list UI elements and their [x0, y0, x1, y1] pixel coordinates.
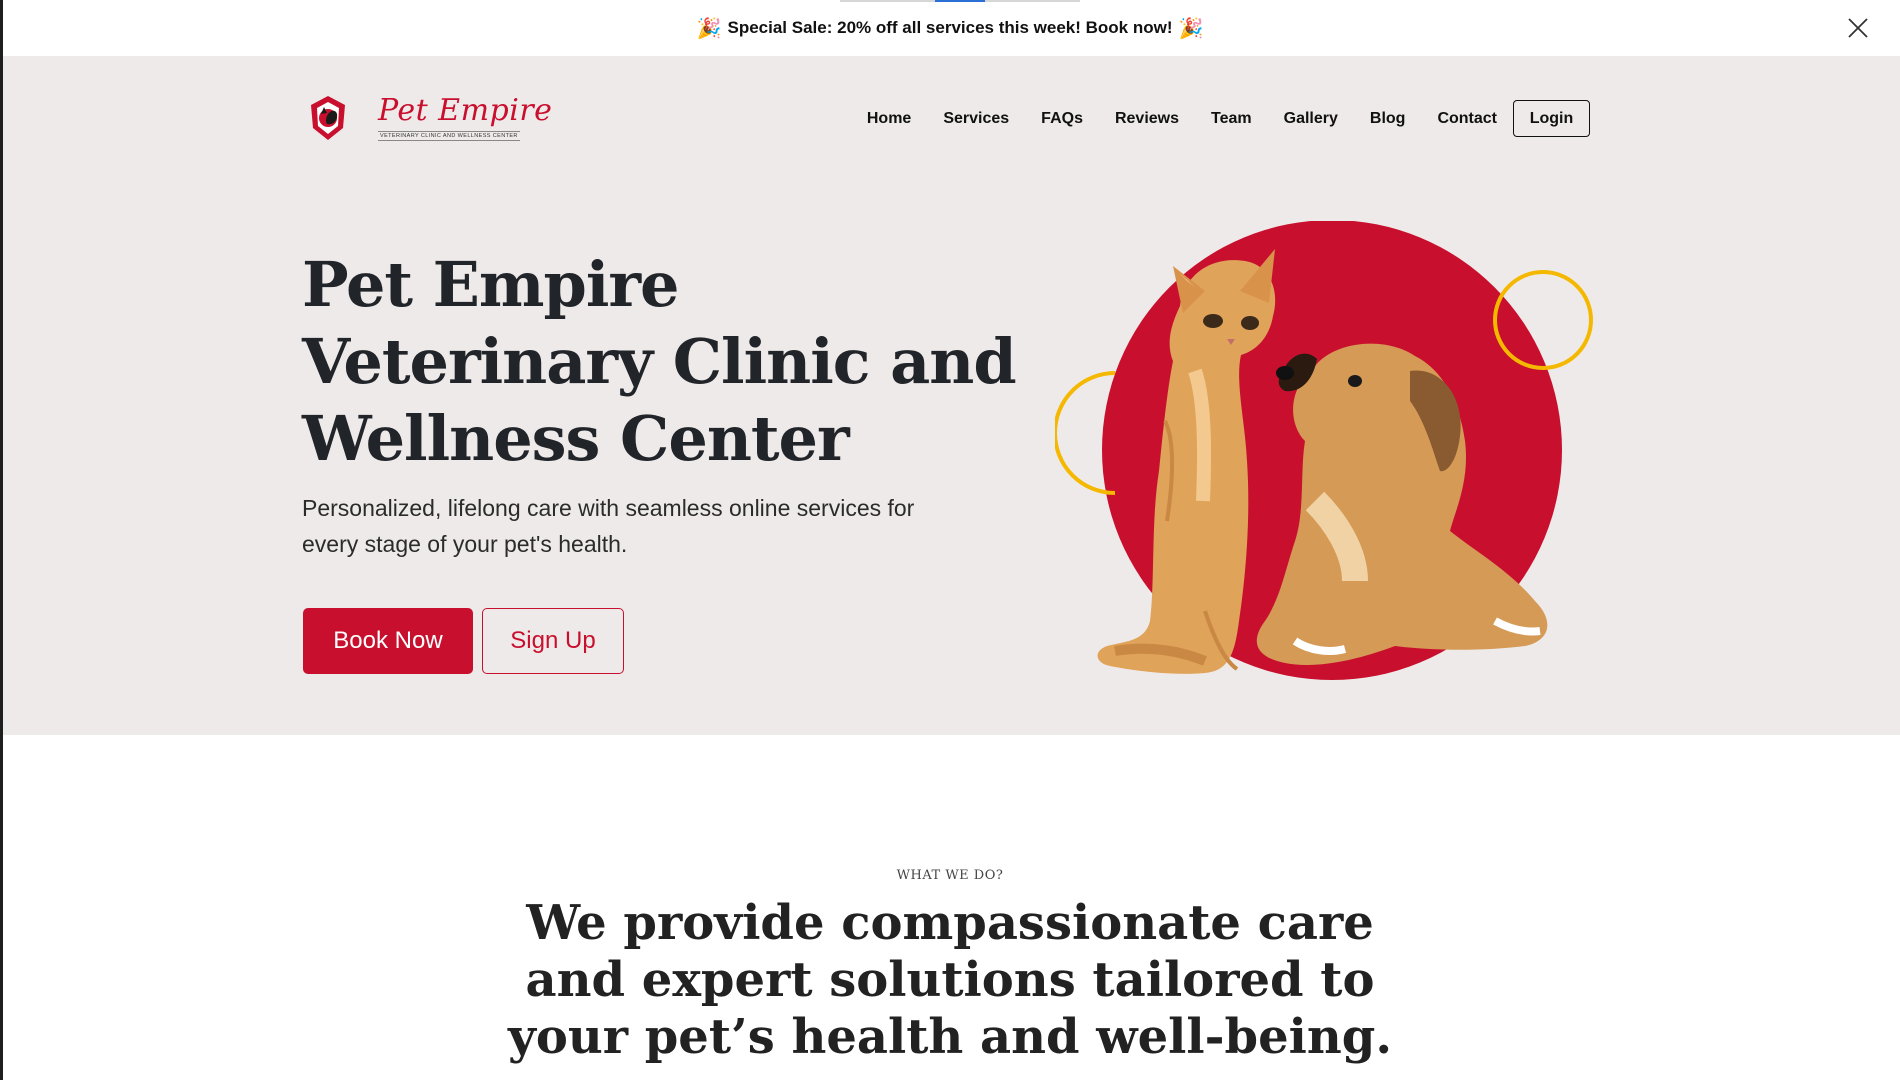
party-popper-icon: 🎉 [1178, 17, 1204, 40]
nav-contact[interactable]: Contact [1437, 110, 1497, 128]
section-heading-line: your pet’s health and well-being. [507, 1009, 1393, 1065]
promo-text: Special Sale: 20% off all services this … [727, 18, 1173, 37]
hero-title-line: Wellness Center [302, 402, 850, 475]
hero-subtitle: Personalized, lifelong care with seamles… [302, 495, 915, 557]
hero-title-line: Veterinary Clinic and [302, 325, 1017, 398]
brand-tagline: VETERINARY CLINIC AND WELLNESS CENTER [378, 130, 520, 141]
nav-home[interactable]: Home [867, 110, 911, 128]
hero-pets-image [1055, 221, 1593, 680]
shield-pet-logo-icon [311, 96, 345, 140]
hero-section: Pet Empire VETERINARY CLINIC AND WELLNES… [0, 56, 1900, 735]
main-nav: Home Services FAQs Reviews Team Gallery … [835, 100, 1590, 137]
login-button[interactable]: Login [1513, 100, 1590, 137]
nav-services[interactable]: Services [943, 110, 1009, 128]
nav-reviews[interactable]: Reviews [1115, 110, 1179, 128]
close-icon[interactable] [1846, 16, 1870, 40]
book-now-button[interactable]: Book Now [303, 608, 473, 674]
promo-banner: 🎉 Special Sale: 20% off all services thi… [0, 0, 1900, 56]
window-edge [0, 0, 3, 1080]
brand-wordmark: Pet Empire VETERINARY CLINIC AND WELLNES… [378, 92, 553, 141]
brand-name: Pet Empire [378, 92, 553, 128]
section-heading-line: and expert solutions tailored to [525, 952, 1375, 1008]
nav-blog[interactable]: Blog [1370, 110, 1406, 128]
party-popper-icon: 🎉 [696, 17, 722, 40]
hero-title: Pet Empire Veterinary Clinic and Wellnes… [302, 246, 1017, 477]
nav-team[interactable]: Team [1211, 110, 1252, 128]
top-scroll-indicator-active [935, 0, 985, 2]
nav-faqs[interactable]: FAQs [1041, 110, 1083, 128]
section-heading: We provide compassionate care and expert… [0, 895, 1900, 1066]
nav-gallery[interactable]: Gallery [1284, 110, 1338, 128]
section-heading-line: We provide compassionate care [526, 895, 1374, 951]
sign-up-button[interactable]: Sign Up [482, 608, 624, 674]
section-eyebrow: WHAT WE DO? [896, 868, 1004, 883]
hero-title-line: Pet Empire [302, 248, 680, 321]
brand-logo[interactable]: Pet Empire VETERINARY CLINIC AND WELLNES… [308, 94, 552, 142]
